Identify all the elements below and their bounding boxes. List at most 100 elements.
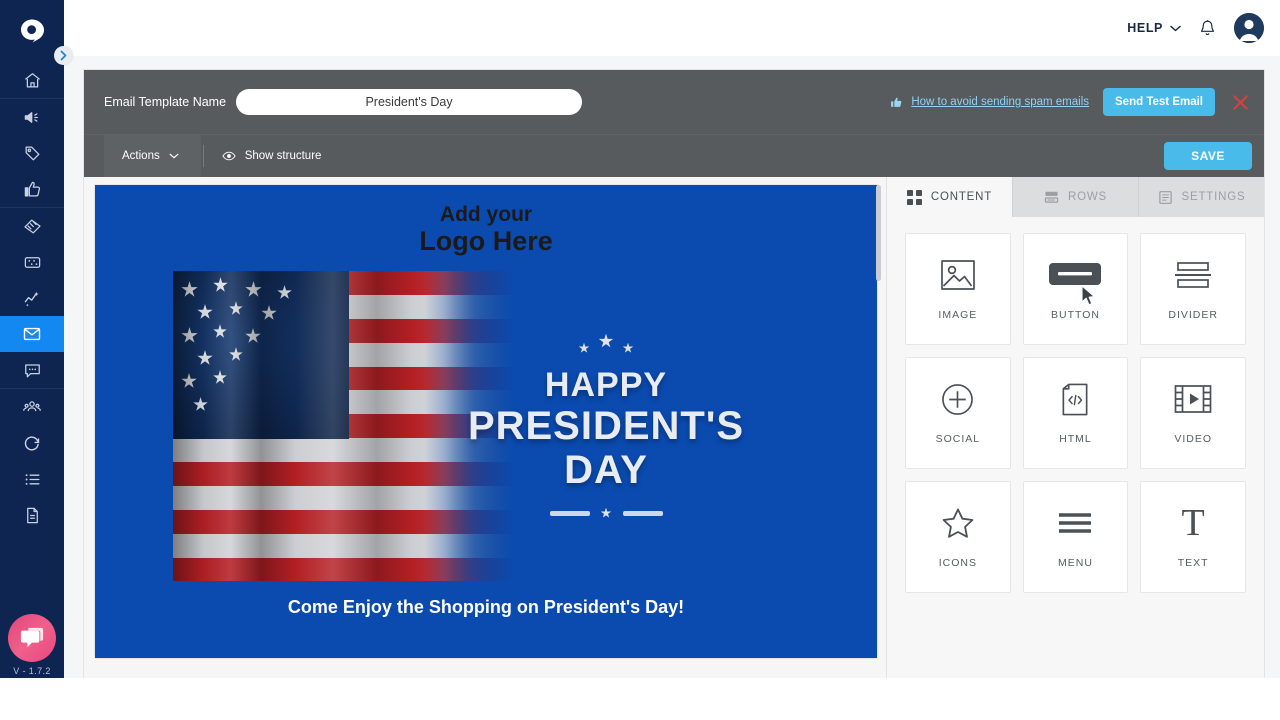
sidebar-item-deals[interactable]	[0, 208, 64, 244]
sidebar-item-home[interactable]	[0, 62, 64, 98]
send-test-email-button[interactable]: Send Test Email	[1103, 88, 1215, 116]
sidebar-item-messages[interactable]	[0, 352, 64, 388]
star-icon	[601, 508, 612, 519]
content-block-button[interactable]: BUTTON	[1023, 233, 1129, 345]
chevron-down-icon	[169, 153, 179, 159]
email-document[interactable]: Add your Logo Here	[95, 185, 877, 658]
tile-label: DIVIDER	[1168, 309, 1218, 321]
star-icon	[579, 343, 590, 354]
sidebar-item-automation[interactable]	[0, 425, 64, 461]
tab-content[interactable]: CONTENT	[887, 177, 1013, 217]
sidebar-expand-toggle[interactable]	[54, 46, 73, 65]
tile-label: VIDEO	[1174, 433, 1212, 445]
editor-shell: Email Template Name How to avoid sending…	[64, 56, 1280, 678]
template-name-input[interactable]	[236, 89, 582, 115]
actions-menu[interactable]: Actions	[104, 135, 201, 178]
spam-help-link[interactable]: How to avoid sending spam emails	[890, 96, 1089, 109]
sidebar-group-2	[0, 98, 64, 207]
rows-icon	[1044, 190, 1059, 205]
content-block-html[interactable]: HTML	[1023, 357, 1129, 469]
builder-header: Email Template Name How to avoid sending…	[84, 70, 1264, 134]
image-icon	[940, 257, 976, 293]
content-block-icons[interactable]: ICONS	[905, 481, 1011, 593]
banner-headline-group: HAPPY PRESIDENT'S DAY	[431, 271, 781, 581]
tab-content-label: CONTENT	[931, 191, 992, 203]
rule-right	[623, 511, 663, 516]
sidebar-version: V - 1.7.2	[13, 666, 51, 676]
sidebar-item-lists[interactable]	[0, 461, 64, 497]
help-label: HELP	[1127, 21, 1163, 35]
logo-line-2: Logo Here	[95, 226, 877, 257]
star-icon	[941, 505, 975, 541]
canvas-scrollbar[interactable]	[876, 185, 881, 281]
sidebar-group-3	[0, 207, 64, 388]
help-menu[interactable]: HELP	[1127, 21, 1181, 35]
save-button[interactable]: SAVE	[1164, 142, 1252, 170]
logo-placeholder-block[interactable]: Add your Logo Here	[95, 185, 877, 271]
sidebar-item-tags[interactable]	[0, 135, 64, 171]
email-tagline[interactable]: Come Enjoy the Shopping on President's D…	[95, 581, 877, 658]
email-canvas[interactable]: Add your Logo Here	[84, 177, 886, 678]
presidents-day-banner-image[interactable]: HAPPY PRESIDENT'S DAY	[173, 271, 799, 581]
tile-label: ICONS	[939, 557, 977, 569]
tab-settings[interactable]: SETTINGS	[1139, 177, 1264, 217]
tile-label: MENU	[1058, 557, 1093, 569]
tab-settings-label: SETTINGS	[1182, 191, 1246, 203]
builder-body: Add your Logo Here	[84, 177, 1264, 678]
close-icon	[1231, 93, 1250, 112]
eye-icon	[222, 149, 236, 163]
bell-icon	[1199, 19, 1216, 38]
sidebar-item-reviews[interactable]	[0, 171, 64, 207]
tile-label: BUTTON	[1051, 309, 1100, 321]
content-block-text[interactable]: T TEXT	[1140, 481, 1246, 593]
chevron-down-icon	[1170, 25, 1181, 32]
sidebar-item-email[interactable]	[0, 316, 64, 352]
actions-label: Actions	[122, 150, 160, 162]
film-play-icon	[1174, 381, 1212, 417]
tile-label: TEXT	[1178, 557, 1209, 569]
text-t-icon: T	[1182, 505, 1205, 541]
notifications-button[interactable]	[1199, 19, 1216, 38]
sidebar-item-campaigns[interactable]	[0, 99, 64, 135]
spam-help-link-text[interactable]: How to avoid sending spam emails	[911, 96, 1089, 108]
content-block-video[interactable]: VIDEO	[1140, 357, 1246, 469]
sidebar-group-1	[0, 62, 64, 98]
bottom-strip	[0, 678, 1280, 720]
thumbs-up-icon	[890, 96, 903, 109]
tab-rows-label: ROWS	[1068, 191, 1107, 203]
headline-line-1: HAPPY	[545, 368, 667, 402]
star-icon	[599, 334, 614, 349]
show-structure-toggle[interactable]: Show structure	[222, 149, 322, 163]
grid-icon	[907, 190, 922, 205]
builder-header-actions: How to avoid sending spam emails Send Te…	[890, 88, 1252, 116]
code-file-icon	[1061, 381, 1089, 417]
tab-rows[interactable]: ROWS	[1013, 177, 1139, 217]
divider-icon	[1174, 257, 1212, 293]
sidebar-item-contacts[interactable]	[0, 389, 64, 425]
builder-subheader: Actions Show structure SAVE	[84, 134, 1264, 177]
content-block-divider[interactable]: DIVIDER	[1140, 233, 1246, 345]
content-block-social[interactable]: SOCIAL	[905, 357, 1011, 469]
close-button[interactable]	[1229, 93, 1252, 112]
content-blocks-grid: IMAGE BUTT	[887, 217, 1264, 609]
star-rule-row	[550, 508, 663, 519]
star-icon	[623, 343, 634, 354]
mouse-cursor-icon	[1081, 285, 1097, 307]
content-block-image[interactable]: IMAGE	[905, 233, 1011, 345]
avatar[interactable]	[1234, 13, 1264, 43]
settings-doc-icon	[1158, 190, 1173, 205]
sidebar-item-documents[interactable]	[0, 497, 64, 533]
top-bar: HELP	[64, 0, 1280, 56]
rule-left	[550, 511, 590, 516]
flag-canton	[173, 271, 349, 438]
sidebar-item-media[interactable]	[0, 244, 64, 280]
panel-tabs: CONTENT ROWS	[887, 177, 1264, 217]
chat-bubble-icon[interactable]	[8, 614, 56, 662]
email-hero-section: Add your Logo Here	[95, 185, 877, 658]
sidebar-item-analytics[interactable]	[0, 280, 64, 316]
headline-line-2: PRESIDENT'S	[468, 406, 744, 446]
star-row-top	[579, 334, 634, 354]
divider	[203, 145, 204, 167]
content-block-menu[interactable]: MENU	[1023, 481, 1129, 593]
hamburger-icon	[1057, 505, 1093, 541]
